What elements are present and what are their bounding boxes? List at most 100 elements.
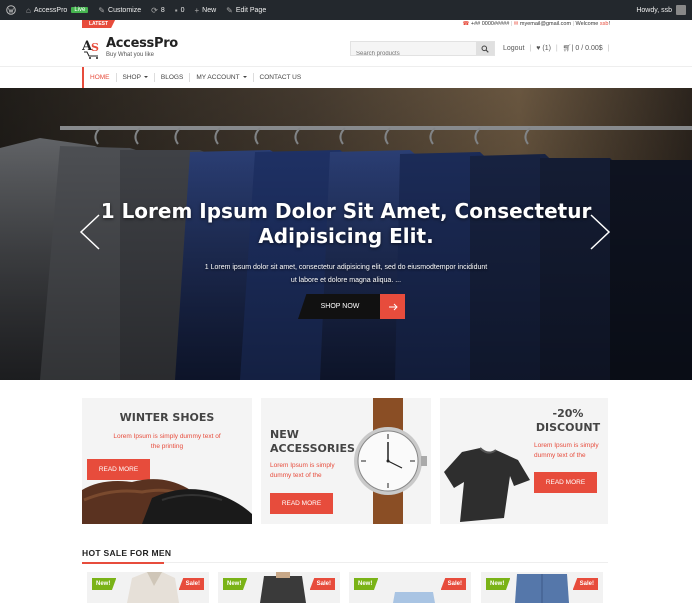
tshirt-image bbox=[444, 447, 530, 522]
product-image bbox=[393, 592, 435, 603]
hero-subtitle-line1: 1 Lorem ipsum dolor sit amet, consectetu… bbox=[204, 264, 488, 271]
pencil-icon: ✎ bbox=[226, 5, 233, 15]
comments-link[interactable]: ▪ 0 bbox=[175, 6, 185, 15]
promo-text: Lorem Ipsum is simply dummy text of the bbox=[270, 461, 335, 480]
product-card[interactable]: New! Sale! bbox=[349, 572, 471, 603]
promo-title-line1: -20% bbox=[552, 407, 584, 420]
promo-title: WINTER SHOES bbox=[119, 411, 215, 424]
nav-shop-label: SHOP bbox=[122, 74, 141, 81]
search-input[interactable] bbox=[351, 47, 474, 61]
updates-icon: ⟳ bbox=[151, 5, 158, 15]
promo-text: Lorem Ipsum is simply dummy text of the bbox=[534, 441, 599, 460]
avatar bbox=[676, 5, 686, 15]
cart-icon: 🛒︎ bbox=[562, 45, 572, 52]
product-card[interactable]: New! Sale! bbox=[218, 572, 340, 603]
new-badge: New! bbox=[354, 578, 379, 590]
wishlist-link[interactable]: ♥ (1) bbox=[536, 45, 551, 52]
hero-subtitle: 1 Lorem ipsum dolor sit amet, consectetu… bbox=[180, 261, 512, 287]
shop-now-button[interactable]: SHOP NOW bbox=[298, 294, 405, 319]
latest-badge: LATEST bbox=[82, 20, 116, 28]
new-badge: New! bbox=[223, 578, 248, 590]
promo-text-line2: dummy text of the bbox=[534, 451, 586, 459]
phone-icon: ☎ bbox=[462, 21, 470, 27]
site-name: AccessPro bbox=[33, 6, 68, 14]
live-badge: Live bbox=[71, 7, 89, 13]
nav-my-account[interactable]: MY ACCOUNT bbox=[190, 73, 254, 82]
contact-info: ☎ +## 0000##### | ✉ myemail@gmail.com | … bbox=[462, 21, 611, 27]
promo-text-line1: Lorem Ipsum is simply bbox=[534, 442, 599, 449]
promo-title-line1: NEW bbox=[270, 428, 299, 441]
hero-subtitle-line2: ut labore et dolore magna aliqua. ... bbox=[290, 277, 402, 284]
product-image bbox=[260, 572, 306, 603]
arrow-right-icon bbox=[380, 294, 405, 319]
customize-label: Customize bbox=[108, 6, 142, 14]
promo-text-line1: Lorem Ipsum is simply bbox=[270, 462, 335, 469]
search-button[interactable] bbox=[476, 42, 494, 55]
nav-blogs-label: BLOGS bbox=[160, 74, 184, 81]
product-card[interactable]: New! Sale! bbox=[87, 572, 209, 603]
comments-count: 0 bbox=[180, 6, 185, 14]
nav-contact-us[interactable]: CONTACT US bbox=[254, 73, 308, 82]
updates-count: 8 bbox=[160, 6, 165, 14]
site-header: A S AccessPro Buy What you like Logout |… bbox=[81, 32, 610, 66]
promo-new-accessories: NEW ACCESSORIES Lorem Ipsum is simply du… bbox=[261, 398, 431, 524]
welcome-suffix: ! bbox=[608, 21, 610, 27]
cart-logo-icon: A S bbox=[81, 37, 102, 59]
email-address[interactable]: myemail@gmail.com bbox=[520, 21, 571, 27]
hot-sale-title: HOT SALE FOR MEN bbox=[82, 548, 172, 558]
new-badge: New! bbox=[92, 578, 117, 590]
shop-now-label: SHOP NOW bbox=[298, 294, 382, 319]
promo-text: Lorem Ipsum is simply dummy text of the … bbox=[82, 432, 252, 451]
hero-slider: 1 Lorem Ipsum Dolor Sit Amet, Consectetu… bbox=[0, 88, 692, 380]
nav-my-account-label: MY ACCOUNT bbox=[196, 74, 240, 81]
shoes-image bbox=[82, 479, 252, 524]
top-strip: LATEST ☎ +## 0000##### | ✉ myemail@gmail… bbox=[82, 20, 610, 31]
product-image bbox=[127, 572, 179, 603]
read-more-button[interactable]: READ MORE bbox=[534, 472, 597, 493]
product-card[interactable]: New! Sale! bbox=[481, 572, 603, 603]
cart-link[interactable]: 🛒︎| 0 / 0.00$ bbox=[563, 44, 603, 52]
nav-contact-label: CONTACT US bbox=[259, 74, 302, 81]
watch-image bbox=[354, 398, 427, 524]
slider-prev-button[interactable] bbox=[79, 214, 101, 250]
promo-title: -20% DISCOUNT bbox=[534, 407, 602, 435]
site-logo[interactable]: A S AccessPro Buy What you like bbox=[81, 36, 178, 59]
promo-winter-shoes: WINTER SHOES Lorem Ipsum is simply dummy… bbox=[82, 398, 252, 524]
chevron-right-icon bbox=[590, 214, 611, 250]
hero-title-line1: 1 Lorem Ipsum Dolor Sit Amet, Consectetu… bbox=[100, 199, 592, 223]
cart-summary: | 0 / 0.00$ bbox=[571, 45, 603, 52]
nav-shop[interactable]: SHOP bbox=[117, 73, 155, 82]
new-label: New bbox=[202, 6, 217, 14]
hero-title: 1 Lorem Ipsum Dolor Sit Amet, Consectetu… bbox=[100, 199, 592, 249]
updates-link[interactable]: ⟳ 8 bbox=[151, 6, 165, 15]
svg-text:S: S bbox=[91, 41, 99, 54]
promo-text-line2: the printing bbox=[150, 442, 184, 450]
promo-discount: -20% DISCOUNT Lorem Ipsum is simply dumm… bbox=[440, 398, 608, 524]
account-menu[interactable]: Howdy, ssb bbox=[636, 5, 686, 15]
edit-page-link[interactable]: ✎ Edit Page bbox=[226, 6, 266, 15]
chevron-left-icon bbox=[79, 214, 100, 250]
phone-number: +## 0000##### bbox=[470, 21, 510, 27]
read-more-button[interactable]: READ MORE bbox=[270, 493, 333, 514]
dashboard-icon: ⌂ bbox=[26, 5, 31, 15]
wordpress-logo-icon[interactable] bbox=[6, 5, 16, 15]
logo-title: AccessPro bbox=[106, 36, 178, 51]
mail-icon: ✉ bbox=[513, 21, 519, 27]
nav-blogs[interactable]: BLOGS bbox=[155, 73, 191, 82]
chevron-down-icon bbox=[143, 76, 148, 79]
logout-link[interactable]: Logout bbox=[503, 45, 524, 52]
promo-title-line2: ACCESSORIES bbox=[270, 442, 355, 455]
customize-link[interactable]: ✎ Customize bbox=[98, 6, 141, 15]
wishlist-count: (1) bbox=[542, 44, 551, 52]
welcome-text: Welcome bbox=[575, 21, 599, 27]
comment-icon: ▪ bbox=[174, 5, 178, 15]
header-links: Logout | ♥ (1) | 🛒︎| 0 / 0.00$ | bbox=[503, 44, 610, 53]
nav-home[interactable]: HOME bbox=[84, 73, 117, 82]
plus-icon: + bbox=[194, 5, 200, 15]
nav-home-label: HOME bbox=[90, 74, 110, 81]
promo-text-line1: Lorem Ipsum is simply dummy text of bbox=[113, 433, 221, 440]
promo-title-line2: DISCOUNT bbox=[535, 421, 601, 434]
new-content-link[interactable]: + New bbox=[194, 6, 216, 15]
slider-next-button[interactable] bbox=[589, 214, 611, 250]
site-name-menu[interactable]: ⌂ AccessPro Live bbox=[26, 5, 89, 15]
